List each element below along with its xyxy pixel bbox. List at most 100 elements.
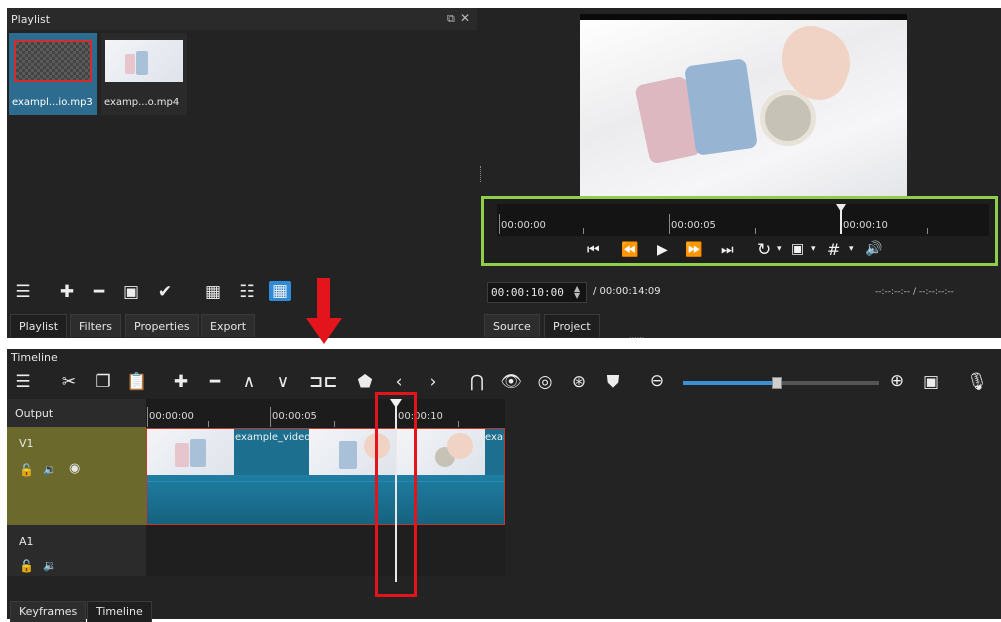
copy-icon[interactable]: ❐ bbox=[91, 372, 115, 392]
mute-icon[interactable]: 🔉 bbox=[43, 559, 57, 572]
microphone-icon[interactable]: 🎙 bbox=[965, 372, 989, 392]
chevron-down-icon[interactable]: ▾ bbox=[777, 244, 782, 254]
track-header-v1[interactable]: V1 🔓 🔉 ◉ bbox=[7, 427, 146, 525]
volume-icon[interactable]: 🔊 bbox=[865, 241, 882, 257]
scrub-icon[interactable]: 👁 bbox=[499, 372, 523, 392]
clip-waveform-area bbox=[147, 475, 504, 524]
skip-end-icon[interactable]: ⏭ bbox=[721, 242, 734, 258]
playlist-item-label: examp...o.mp4 bbox=[104, 97, 180, 108]
play-icon[interactable]: ▶ bbox=[657, 242, 668, 258]
in-out-label: --:--:--:-- / --:--:--:-- bbox=[875, 287, 954, 297]
annotation-arrow-shaft bbox=[317, 278, 330, 320]
tab-project[interactable]: Project bbox=[544, 314, 600, 337]
timeline-menu-icon[interactable]: ☰ bbox=[11, 372, 35, 392]
tab-source[interactable]: Source bbox=[484, 314, 540, 337]
ruler-tick bbox=[147, 407, 148, 427]
playlist-title: Playlist bbox=[11, 13, 51, 26]
ruler-tick bbox=[583, 228, 584, 234]
overwrite-icon[interactable]: ∨ bbox=[271, 372, 295, 392]
preview-cup-blue-shape bbox=[684, 58, 758, 156]
tab-properties[interactable]: Properties bbox=[125, 314, 199, 337]
zoom-in-icon[interactable]: ⊕ bbox=[885, 371, 909, 391]
ripple-markers-icon[interactable]: ⛊ bbox=[601, 372, 625, 392]
ruler-tick bbox=[499, 214, 500, 234]
player-timecode-5: 00:00:05 bbox=[671, 220, 716, 231]
zoom-out-icon[interactable]: ⊖ bbox=[645, 371, 669, 391]
zoom-slider-handle[interactable] bbox=[772, 377, 783, 389]
track-name: Output bbox=[15, 407, 54, 420]
close-icon[interactable]: ✕ bbox=[460, 11, 470, 25]
resize-handle[interactable] bbox=[480, 166, 483, 182]
player-playhead-line bbox=[840, 210, 842, 234]
grid-icon[interactable]: # bbox=[827, 240, 840, 259]
playlist-item-video[interactable]: examp...o.mp4 bbox=[101, 33, 187, 115]
lock-icon[interactable]: 🔓 bbox=[19, 463, 34, 477]
fast-forward-icon[interactable]: ⏩ bbox=[685, 242, 702, 258]
next-marker-icon[interactable]: › bbox=[421, 372, 445, 392]
timecode-row: 00:00:10:00 ▲ ▼ / 00:00:14:09 --:--:--:--… bbox=[477, 278, 1001, 308]
add-icon[interactable]: ✚ bbox=[55, 282, 79, 302]
tab-filters[interactable]: Filters bbox=[70, 314, 121, 337]
ripple-all-icon[interactable]: ⊛ bbox=[567, 372, 591, 392]
timeline-bottom-area bbox=[7, 576, 505, 600]
track-name: A1 bbox=[19, 535, 34, 548]
details-view-icon[interactable]: ▦ bbox=[201, 282, 225, 302]
eye-icon[interactable]: ◉ bbox=[69, 461, 80, 476]
float-icon[interactable]: ⧉ bbox=[447, 12, 455, 26]
video-thumbnail bbox=[105, 40, 183, 82]
player-ruler[interactable]: 00:00:00 00:00:05 00:00:10 bbox=[497, 204, 989, 236]
zoom-fit-timeline-icon[interactable]: ▣ bbox=[919, 372, 943, 392]
skip-start-icon[interactable]: ⏮ bbox=[587, 242, 600, 258]
track-header-a1[interactable]: A1 🔓 🔉 bbox=[7, 525, 146, 576]
snap-icon[interactable]: ⋂ bbox=[465, 372, 489, 392]
loop-icon[interactable]: ↻ bbox=[757, 240, 771, 260]
split-icon[interactable]: ⊐⊏ bbox=[309, 372, 338, 392]
chevron-down-icon[interactable]: ▾ bbox=[811, 244, 816, 254]
playlist-tab-bar: Playlist Filters Properties Export bbox=[7, 308, 477, 338]
zoom-slider[interactable] bbox=[683, 377, 879, 389]
menu-icon[interactable]: ☰ bbox=[11, 282, 35, 302]
cut-icon[interactable]: ✂ bbox=[57, 372, 81, 392]
spinner-icon[interactable]: ▲ ▼ bbox=[574, 285, 580, 300]
marker-icon[interactable]: ⬟ bbox=[353, 372, 377, 392]
playlist-item-audio[interactable]: exampl...io.mp3 bbox=[9, 33, 97, 115]
video-clip[interactable]: example_video.mp4 exar bbox=[146, 428, 505, 525]
remove-icon[interactable]: ━ bbox=[87, 282, 111, 302]
annotation-highlight-box bbox=[375, 392, 417, 597]
timeline-ruler[interactable]: 00:00:00 00:00:05 00:00:10 bbox=[146, 399, 505, 427]
chevron-down-icon[interactable]: ▾ bbox=[849, 244, 854, 254]
prev-marker-icon[interactable]: ‹ bbox=[387, 372, 411, 392]
player-timecode-0: 00:00:00 bbox=[501, 220, 546, 231]
tab-export[interactable]: Export bbox=[201, 314, 256, 337]
current-time-field[interactable]: 00:00:10:00 ▲ ▼ bbox=[487, 282, 587, 303]
duration-label: / 00:00:14:09 bbox=[593, 286, 661, 297]
timeline-add-icon[interactable]: ✚ bbox=[169, 372, 193, 392]
replace-icon[interactable]: ▣ bbox=[119, 282, 143, 302]
cup-blue-shape bbox=[339, 441, 357, 469]
clip-label-right: exar bbox=[485, 432, 505, 443]
tab-playlist[interactable]: Playlist bbox=[10, 314, 68, 337]
ruler-tick bbox=[270, 407, 271, 427]
timeline-remove-icon[interactable]: ━ bbox=[203, 372, 227, 392]
player-timecode-10: 00:00:10 bbox=[843, 220, 888, 231]
playlist-panel: Playlist ⧉ ✕ exampl...io.mp3 examp...o.m… bbox=[7, 8, 477, 278]
annotation-arrow-icon bbox=[306, 278, 342, 348]
lift-icon[interactable]: ∧ bbox=[237, 372, 261, 392]
mute-icon[interactable]: 🔉 bbox=[43, 463, 57, 476]
timeline-toolbar: ☰ ✂ ❐ 📋 ✚ ━ ∧ ∨ ⊐⊏ ⬟ ‹ › ⋂ 👁 ◎ ⊛ ⛊ ⊖ ⊕ ▣… bbox=[7, 367, 1001, 399]
zoom-fit-icon[interactable]: ▣ bbox=[791, 241, 804, 257]
hand-shape bbox=[447, 433, 473, 459]
timeline-empty-area bbox=[505, 399, 1001, 600]
ripple-icon[interactable]: ◎ bbox=[533, 372, 557, 392]
dock-handle[interactable]: ...... bbox=[629, 331, 644, 340]
check-icon[interactable]: ✔ bbox=[153, 282, 177, 302]
list-view-icon[interactable]: ☷ bbox=[235, 282, 259, 302]
clip-separator-line bbox=[147, 481, 504, 482]
grid-view-icon[interactable]: ▦ bbox=[269, 281, 291, 301]
paste-icon[interactable]: 📋 bbox=[125, 372, 149, 392]
lock-icon[interactable]: 🔓 bbox=[19, 559, 34, 573]
clip-thumbnail bbox=[147, 429, 234, 475]
timeline-titlebar: Timeline bbox=[7, 349, 1001, 367]
player-controls-highlight: 00:00:00 00:00:05 00:00:10 ⏮ ⏪ ▶ ⏩ ⏭ ↻ ▾… bbox=[481, 196, 998, 266]
rewind-icon[interactable]: ⏪ bbox=[621, 242, 638, 258]
